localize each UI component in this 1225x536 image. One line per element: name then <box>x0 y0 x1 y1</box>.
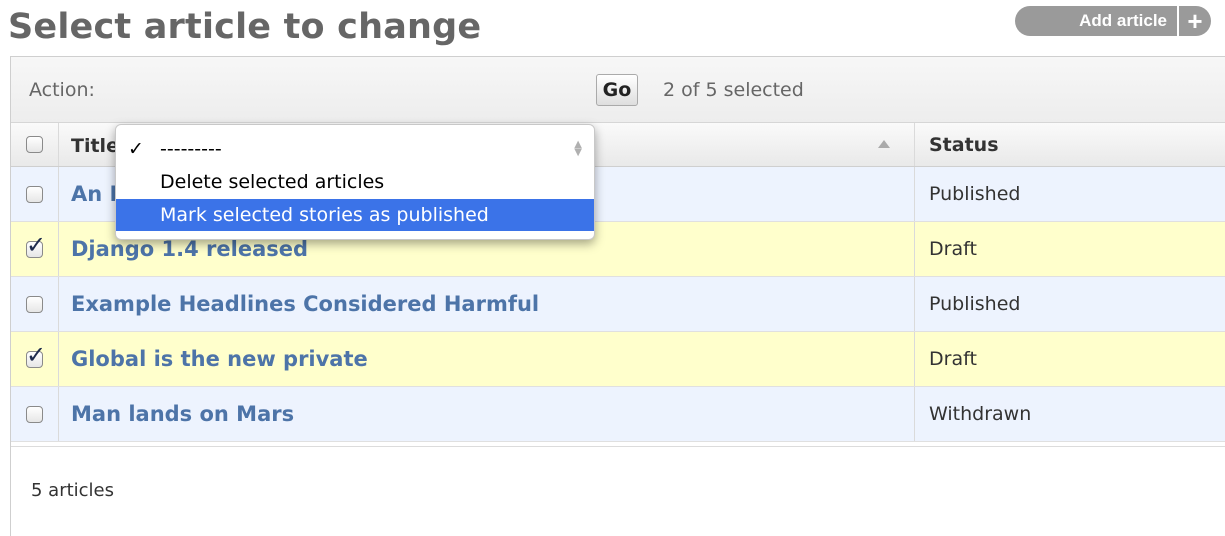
action-option[interactable]: ✓ --------- <box>116 133 594 165</box>
go-button[interactable]: Go <box>596 74 638 106</box>
plus-icon: + <box>1187 6 1203 36</box>
article-title-link[interactable]: Man lands on Mars <box>71 387 294 441</box>
row-select-cell: ✓ <box>11 222 59 276</box>
page-title: Select article to change <box>8 7 482 47</box>
article-status: Withdrawn <box>914 387 1225 441</box>
row-select-cell: ✓ <box>11 332 59 386</box>
add-article-label: Add article <box>1079 11 1167 30</box>
checkmark-icon: ✓ <box>128 138 144 160</box>
paginator: 5 articles <box>11 446 1225 536</box>
actions-bar: Action: Go 2 of 5 selected <box>11 57 1225 123</box>
table-row: Example Headlines Considered Harmful Publ… <box>11 277 1225 332</box>
column-header-title[interactable]: Title <box>71 135 119 157</box>
selection-counter: 2 of 5 selected <box>663 79 804 101</box>
row-select-cell <box>11 277 59 331</box>
select-all-checkbox[interactable] <box>26 136 43 153</box>
article-title-link[interactable]: Global is the new private <box>71 332 368 386</box>
row-checkbox[interactable] <box>26 295 43 313</box>
result-count: 5 articles <box>31 480 115 501</box>
row-select-cell <box>11 387 59 441</box>
article-status: Draft <box>914 222 1225 276</box>
article-status: Published <box>914 277 1225 331</box>
article-title-link[interactable]: Example Headlines Considered Harmful <box>71 277 539 331</box>
row-checkbox[interactable] <box>26 405 43 423</box>
checkmark-icon: ✓ <box>26 340 47 369</box>
action-option[interactable]: Delete selected articles <box>116 166 594 198</box>
article-status: Published <box>914 167 1225 221</box>
select-all-cell <box>11 123 59 166</box>
select-arrows-icon: ▲ ▼ <box>574 139 582 158</box>
action-label: Action: <box>29 79 95 101</box>
changelist: Action: Go 2 of 5 selected Title Status … <box>10 56 1225 536</box>
action-option-label: Mark selected stories as published <box>160 204 489 226</box>
row-checkbox[interactable]: ✓ <box>26 343 46 368</box>
action-option-label: --------- <box>160 138 222 160</box>
action-option-label: Delete selected articles <box>160 171 385 193</box>
article-status: Draft <box>914 332 1225 386</box>
row-select-cell <box>11 167 59 221</box>
column-header-status[interactable]: Status <box>914 123 1225 166</box>
action-select-dropdown[interactable]: ✓ --------- Delete selected articles Mark s… <box>115 124 595 240</box>
checkmark-icon: ✓ <box>26 230 47 259</box>
table-row: Man lands on Mars Withdrawn <box>11 387 1225 442</box>
sort-ascending-icon[interactable] <box>878 140 890 148</box>
row-checkbox[interactable]: ✓ <box>26 233 46 258</box>
action-option[interactable]: Mark selected stories as published <box>116 199 594 231</box>
table-row: ✓ Global is the new private Draft <box>11 332 1225 387</box>
add-article-button[interactable]: Add article + <box>1015 6 1211 36</box>
row-checkbox[interactable] <box>26 185 43 203</box>
